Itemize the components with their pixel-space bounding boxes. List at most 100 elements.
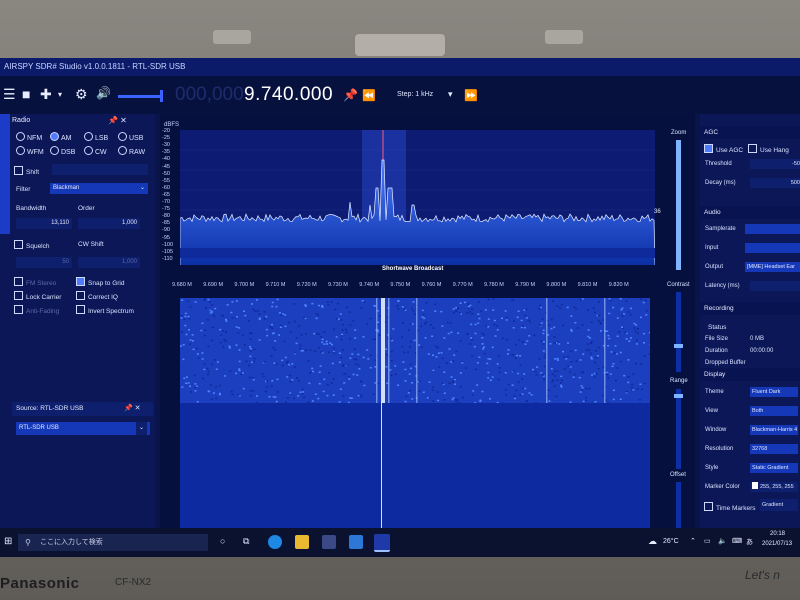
mode-nfm[interactable]: NFM [16,132,42,142]
left-panel: Radio 📌 ✕ NFM AM LSB USB WFM DSB CW RAW … [0,114,155,557]
temperature[interactable]: 26°C [663,538,679,545]
cw-shift-input[interactable]: 1,000 [78,257,140,268]
y-tick-label: -70 [162,199,170,205]
x-tick-label: 9.720 M [296,282,317,288]
contrast-knob[interactable] [674,344,683,348]
mode-dsb[interactable]: DSB [50,146,75,156]
status-label: Status [708,324,727,331]
keyboard-icon[interactable]: ⌨ [732,537,742,545]
stop-icon[interactable]: ■ [22,86,30,102]
edge-icon[interactable] [268,535,282,549]
duration-label: Duration [705,348,728,354]
clock-time[interactable]: 20:18 [770,531,785,537]
x-tick-label: 9.760 M [421,282,442,288]
weather-icon[interactable]: ☁ [648,536,657,547]
volume-slider[interactable] [118,95,160,98]
use-agc-checkbox[interactable]: Use AGC [704,144,743,154]
resolution-select[interactable]: 32768 [750,444,798,454]
anti-fading-checkbox[interactable]: Anti-Fading [14,305,59,315]
filter-select[interactable]: Blackman ⌄ [50,183,148,194]
contrast-slider[interactable] [676,292,681,372]
style-select[interactable]: Static Gradient [750,463,798,473]
source-panel-title: Source: RTL-SDR USB [16,405,84,412]
fast-forward-icon[interactable]: ⏩ [464,89,478,102]
windows-start-icon[interactable]: ⊞ [4,536,12,547]
mail-icon[interactable] [349,535,363,549]
invert-spectrum-checkbox[interactable]: Invert Spectrum [76,305,134,315]
range-slider[interactable] [676,389,681,469]
threshold-input[interactable]: -50 [750,159,800,169]
squelch-input[interactable]: 50 [16,257,72,268]
ime-indicator[interactable]: あ [746,537,753,547]
hamburger-icon[interactable]: ☰ [3,86,16,103]
x-tick-label: 9.690 M [203,282,224,288]
cortana-icon[interactable]: ○ [220,536,225,546]
frequency-display[interactable]: 9.740.000 [244,84,333,106]
squelch-checkbox[interactable]: Squelch [14,240,50,250]
snap-to-grid-checkbox[interactable]: Snap to Grid [76,277,125,287]
volume-icon[interactable]: 🔊 [96,86,111,100]
lock-carrier-checkbox[interactable]: Lock Carrier [14,291,61,301]
tray-chevron-icon[interactable]: ⌃ [690,537,696,545]
chevron-down-icon[interactable]: ▾ [58,90,62,99]
task-view-icon[interactable]: ⧉ [243,536,249,547]
file-explorer-icon[interactable] [295,535,309,549]
store-icon[interactable] [322,535,336,549]
fm-stereo-checkbox[interactable]: FM Stereo [14,277,56,287]
theme-select[interactable]: Fluent Dark [750,387,798,397]
mode-cw[interactable]: CW [84,146,107,156]
samplerate-select[interactable] [745,224,800,234]
time-markers-checkbox[interactable]: Time Markers [704,502,755,512]
range-knob[interactable] [674,394,683,398]
marker-color-select[interactable]: 255, 255, 255 [750,482,798,492]
y-tick-label: -65 [162,191,170,198]
mode-lsb[interactable]: LSB [84,132,108,142]
input-label: Input [705,245,719,251]
mode-usb[interactable]: USB [118,132,143,142]
latency-input[interactable] [750,281,800,291]
gear-icon[interactable]: ⚙ [75,86,88,103]
radio-pin-icon[interactable]: 📌 ✕ [108,116,127,125]
display-header: Display [700,368,800,381]
taskbar-search[interactable]: ⚲ ここに入力して検索 [18,534,208,551]
x-tick-label: 9.710 M [265,282,286,288]
rewind-icon[interactable]: ⏪ [362,89,376,102]
gradient-button[interactable]: Gradient [760,499,798,511]
step-select[interactable]: Step: 1 kHz [397,91,433,98]
input-select[interactable] [745,243,800,253]
correct-iq-checkbox[interactable]: Correct IQ [76,291,118,301]
y-tick-label: -60 [162,184,170,191]
bezel-latch-right [545,30,583,44]
window-select[interactable]: Blackman-Harris 4 [750,425,798,435]
shift-input[interactable] [52,164,148,175]
mode-wfm[interactable]: WFM [16,146,44,156]
network-icon[interactable]: ▭ [704,537,711,545]
view-select[interactable]: Both [750,406,798,416]
pin-icon[interactable]: 📌 [343,88,358,102]
use-hang-checkbox[interactable]: Use Hang [748,144,789,154]
output-select[interactable]: [MME] Headset Ear [745,262,800,272]
x-tick-label: 9.730 M [328,282,348,288]
order-input[interactable]: 1,000 [78,218,140,229]
mode-raw[interactable]: RAW [118,146,145,156]
clock-date[interactable]: 2021/07/13 [762,541,792,547]
step-chevron-icon[interactable]: ▾ [448,89,453,100]
source-select[interactable]: RTL-SDR USB ⌄ [16,422,150,435]
threshold-label: Threshold [705,161,732,167]
source-pin-icon[interactable]: 📌 ✕ [124,404,141,412]
side-tab[interactable] [0,114,10,234]
mode-am[interactable]: AM [50,132,72,142]
sdrsharp-taskbar-icon[interactable] [374,534,390,552]
add-icon[interactable]: ✚ [40,86,52,103]
filter-chevron-icon: ⌄ [139,185,145,191]
zoom-slider[interactable] [676,140,681,270]
shift-checkbox[interactable]: Shift [14,166,39,176]
dropped-label: Dropped Buffer [705,360,746,366]
decay-input[interactable]: 500 [750,178,800,188]
bandwidth-input[interactable]: 13,110 [16,218,72,229]
volume-slider-knob[interactable] [160,90,163,102]
audio-header: Audio [700,206,800,219]
waterfall[interactable] [180,298,652,404]
volume-tray-icon[interactable]: 🔈 [718,537,727,545]
spectrum-plot[interactable] [180,130,655,265]
